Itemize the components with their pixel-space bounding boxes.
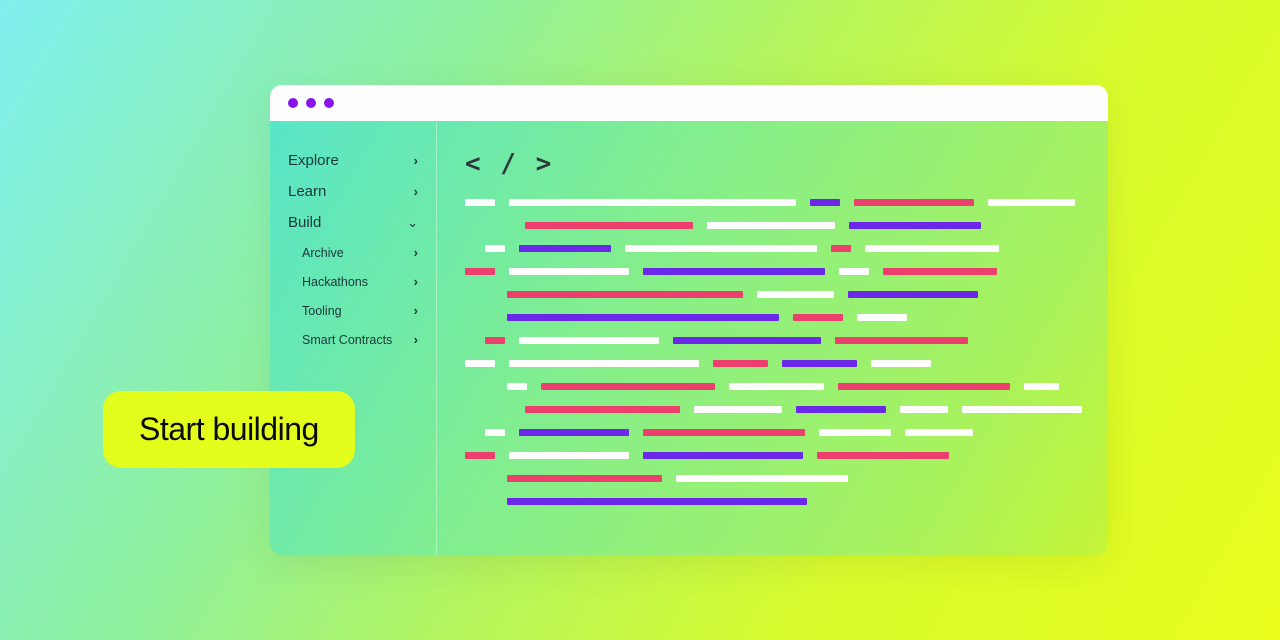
chevron-right-icon: › [414,245,418,260]
sidebar-subitem-smart-contracts[interactable]: Smart Contracts › [270,325,436,354]
chevron-right-icon: › [414,153,418,168]
sidebar-item-label: Hackathons [302,275,368,289]
code-mock [465,199,1108,505]
app-window: Explore › Learn › Build ⌄ Archive › Hack… [270,85,1108,555]
sidebar-item-label: Smart Contracts [302,333,392,347]
sidebar-item-learn[interactable]: Learn › [270,176,436,207]
sidebar-item-build[interactable]: Build ⌄ [270,207,436,238]
sidebar-subitem-archive[interactable]: Archive › [270,238,436,267]
window-control-dot[interactable] [288,98,298,108]
sidebar-subitem-hackathons[interactable]: Hackathons › [270,267,436,296]
window-titlebar [270,85,1108,121]
code-icon: < / > [465,149,1108,179]
content-pane: < / > [437,121,1108,555]
sidebar-item-label: Tooling [302,304,342,318]
sidebar: Explore › Learn › Build ⌄ Archive › Hack… [270,121,437,555]
chevron-down-icon: ⌄ [407,215,418,231]
cta-label: Start building [139,411,319,447]
sidebar-item-label: Build [288,214,321,231]
chevron-right-icon: › [414,274,418,289]
window-control-dot[interactable] [306,98,316,108]
sidebar-item-label: Explore [288,152,339,169]
chevron-right-icon: › [414,303,418,318]
start-building-button[interactable]: Start building [103,391,355,468]
sidebar-item-label: Archive [302,246,344,260]
sidebar-item-explore[interactable]: Explore › [270,145,436,176]
sidebar-item-label: Learn [288,183,326,200]
sidebar-subitem-tooling[interactable]: Tooling › [270,296,436,325]
window-control-dot[interactable] [324,98,334,108]
chevron-right-icon: › [414,332,418,347]
window-body: Explore › Learn › Build ⌄ Archive › Hack… [270,121,1108,555]
chevron-right-icon: › [414,184,418,199]
